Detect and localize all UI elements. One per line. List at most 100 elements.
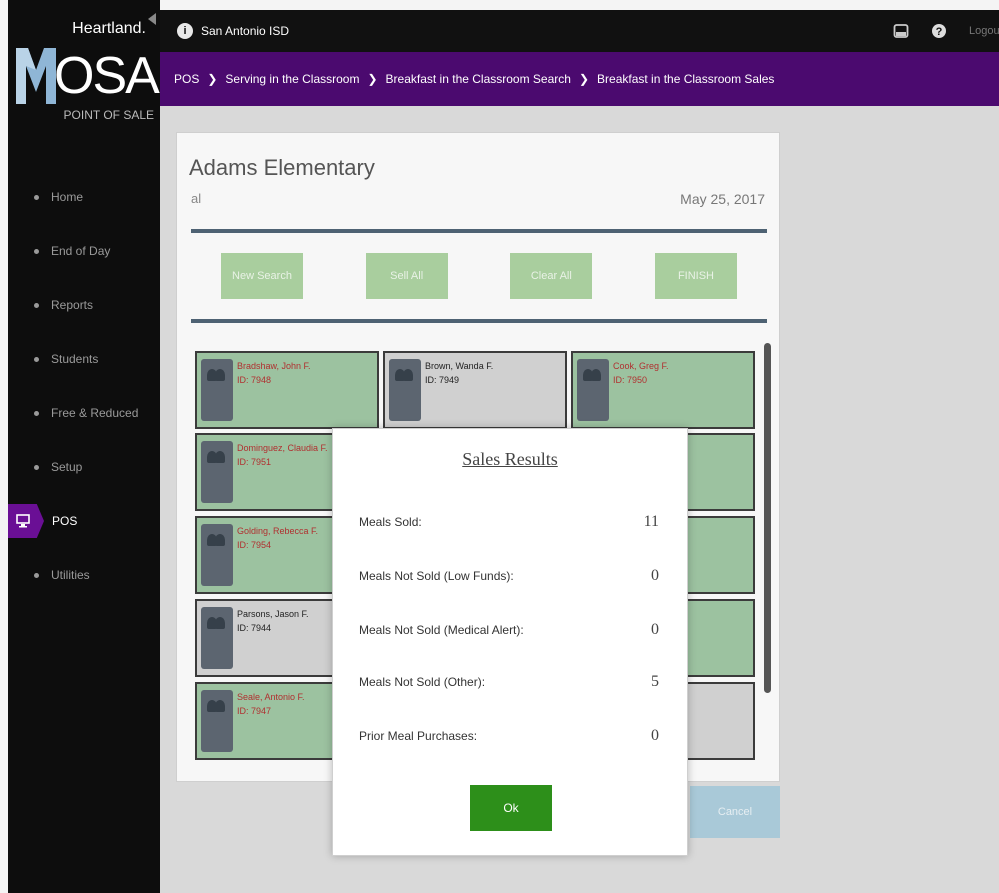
bullet-icon <box>34 410 39 416</box>
sidebar-item-setup[interactable]: Setup <box>8 440 160 494</box>
finish-button[interactable]: FINISH <box>654 253 737 299</box>
sales-results-dialog: Sales Results Meals Sold: 11 Meals Not S… <box>332 428 688 856</box>
student-photo <box>201 524 233 586</box>
sidebar-item-label: Setup <box>51 460 83 474</box>
sidebar-item-label: Students <box>51 352 99 366</box>
student-photo <box>577 359 609 421</box>
inbox-icon[interactable] <box>893 23 909 39</box>
bullet-icon <box>34 194 39 200</box>
student-name: Golding, Rebecca F. <box>237 526 319 536</box>
result-label: Meals Not Sold (Other): <box>359 675 486 689</box>
info-icon[interactable]: i <box>177 23 193 39</box>
dialog-title: Sales Results <box>462 449 558 469</box>
sidebar-item-pos[interactable]: POS <box>8 494 160 548</box>
sidebar-item-label: POS <box>52 514 78 528</box>
help-icon[interactable]: ? <box>931 23 947 39</box>
active-indicator <box>8 504 44 538</box>
chevron-right-icon: ❯ <box>207 72 218 86</box>
logo-brand: Heartland. <box>72 20 146 37</box>
cancel-button[interactable]: Cancel <box>690 786 780 838</box>
monitor-icon <box>16 514 30 528</box>
student-name: Cook, Greg F. <box>613 361 669 371</box>
search-term: al <box>191 191 202 206</box>
sidebar-item-home[interactable]: Home <box>8 170 160 224</box>
clear-all-button[interactable]: Clear All <box>510 253 593 299</box>
student-name: Brown, Wanda F. <box>425 361 494 371</box>
breadcrumb-serving[interactable]: Serving in the Classroom <box>225 72 359 86</box>
result-value: 0 <box>651 567 659 584</box>
divider <box>191 319 767 323</box>
new-search-button[interactable]: New Search <box>221 253 303 299</box>
result-value: 0 <box>651 727 659 744</box>
sidebar-item-free-reduced[interactable]: Free & Reduced <box>8 386 160 440</box>
mosaic-logo: Heartland. OSAIC POINT OF SALE <box>16 20 208 140</box>
logout-link[interactable]: Logout <box>969 25 999 37</box>
logo-tagline: POINT OF SALE <box>63 108 154 122</box>
sidebar-item-label: End of Day <box>51 244 111 258</box>
result-label: Prior Meal Purchases: <box>359 729 478 743</box>
student-photo <box>201 359 233 421</box>
mosaic-m-glyph <box>16 48 56 104</box>
breadcrumb-sales: Breakfast in the Classroom Sales <box>597 72 775 86</box>
sidebar-item-label: Reports <box>51 298 94 312</box>
sidebar-item-label: Free & Reduced <box>51 406 139 420</box>
student-photo <box>201 607 233 669</box>
svg-text:?: ? <box>936 26 943 38</box>
result-row: Meals Not Sold (Medical Alert): 0 <box>359 621 659 647</box>
sale-date: May 25, 2017 <box>680 191 765 207</box>
sidebar-item-label: Home <box>51 190 84 204</box>
sidebar-item-label: Utilities <box>51 568 90 582</box>
breadcrumb-pos[interactable]: POS <box>174 72 199 86</box>
result-row: Meals Sold: 11 <box>359 513 659 539</box>
result-row: Meals Not Sold (Other): 5 <box>359 673 659 699</box>
breadcrumb: POS ❯ Serving in the Classroom ❯ Breakfa… <box>160 52 999 106</box>
bullet-icon <box>34 302 39 308</box>
ok-button[interactable]: Ok <box>470 785 552 831</box>
student-name: Seale, Antonio F. <box>237 692 305 702</box>
student-photo <box>389 359 421 421</box>
student-card[interactable]: Cook, Greg F. ID: 7950 <box>571 351 755 429</box>
district-name: San Antonio ISD <box>201 24 290 38</box>
bullet-icon <box>34 248 39 254</box>
app-window: Heartland. OSAIC POINT OF SALE Home End … <box>0 0 999 893</box>
sidebar-item-reports[interactable]: Reports <box>8 278 160 332</box>
bullet-icon <box>34 464 39 470</box>
result-row: Prior Meal Purchases: 0 <box>359 727 659 753</box>
result-value: 5 <box>651 673 659 690</box>
student-photo <box>201 690 233 752</box>
school-name: Adams Elementary <box>189 155 375 180</box>
result-label: Meals Not Sold (Medical Alert): <box>359 623 524 637</box>
student-card[interactable]: Brown, Wanda F. ID: 7949 <box>383 351 567 429</box>
chevron-right-icon: ❯ <box>578 72 590 86</box>
divider <box>191 229 767 233</box>
chevron-right-icon: ❯ <box>367 72 378 86</box>
student-card[interactable]: Bradshaw, John F. ID: 7948 <box>195 351 379 429</box>
top-bar-actions: ? Logout <box>893 10 999 52</box>
student-name: Dominguez, Claudia F. <box>237 443 328 453</box>
bullet-icon <box>34 572 39 578</box>
student-id: ID: 7954 <box>237 540 272 550</box>
student-id: ID: 7949 <box>425 375 460 385</box>
result-label: Meals Not Sold (Low Funds): <box>359 569 514 583</box>
action-buttons: New Search Sell All Clear All FINISH <box>221 253 737 301</box>
student-id: ID: 7948 <box>237 375 272 385</box>
result-row: Meals Not Sold (Low Funds): 0 <box>359 567 659 593</box>
scrollbar[interactable] <box>764 343 771 693</box>
student-photo <box>201 441 233 503</box>
student-name: Bradshaw, John F. <box>237 361 311 371</box>
breadcrumb-search[interactable]: Breakfast in the Classroom Search <box>386 72 571 86</box>
sidebar-item-end-of-day[interactable]: End of Day <box>8 224 160 278</box>
top-bar: i San Antonio ISD ? Logout <box>160 10 999 52</box>
sidebar-nav: Home End of Day Reports Students Free & … <box>8 170 160 602</box>
student-name: Parsons, Jason F. <box>237 609 309 619</box>
student-id: ID: 7950 <box>613 375 648 385</box>
student-id: ID: 7947 <box>237 706 272 716</box>
sidebar: Heartland. OSAIC POINT OF SALE Home End … <box>8 0 208 893</box>
sell-all-button[interactable]: Sell All <box>365 253 448 299</box>
result-label: Meals Sold: <box>359 515 422 529</box>
student-id: ID: 7944 <box>237 623 272 633</box>
sidebar-item-utilities[interactable]: Utilities <box>8 548 160 602</box>
sidebar-item-students[interactable]: Students <box>8 332 160 386</box>
student-id: ID: 7951 <box>237 457 272 467</box>
result-value: 11 <box>643 513 659 530</box>
